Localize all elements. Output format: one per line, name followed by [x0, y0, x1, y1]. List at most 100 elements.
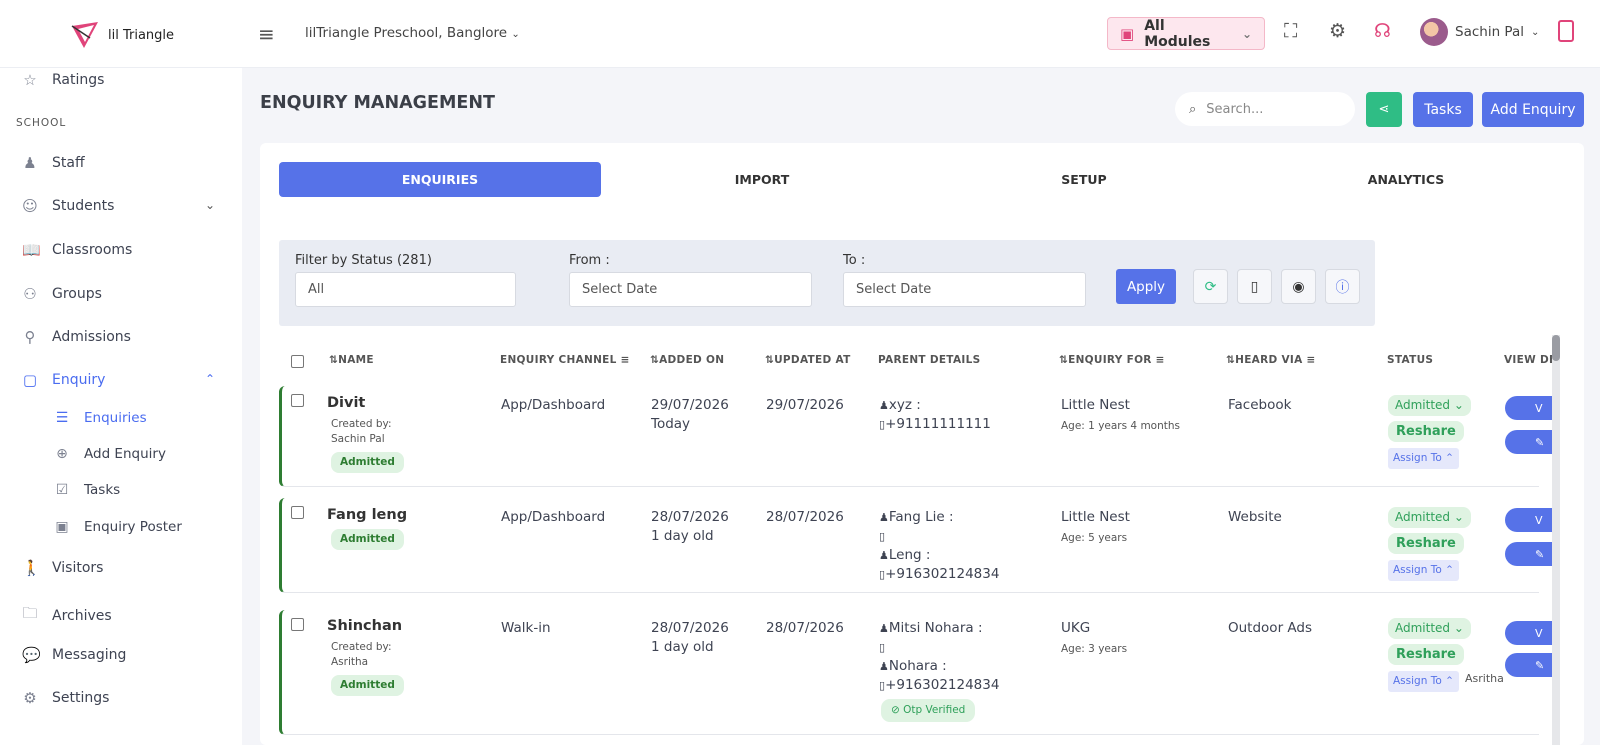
chevron-down-icon[interactable]: ⌄: [205, 198, 215, 212]
added-on-date: 28/07/2026: [651, 620, 729, 636]
chevron-down-icon: ⌄: [511, 29, 520, 40]
refresh-icon[interactable]: ⟳: [1193, 269, 1228, 304]
scrollbar-thumb[interactable]: [1552, 335, 1560, 361]
enquiry-name[interactable]: Divit: [327, 394, 365, 413]
row-checkbox[interactable]: [291, 394, 304, 407]
to-date-input[interactable]: Select Date: [843, 272, 1086, 307]
clipboard-icon[interactable]: ▯: [1237, 269, 1272, 304]
table-row[interactable]: Divit Created by: Sachin Pal Admitted Ap…: [279, 386, 1555, 487]
person-icon: ♟: [879, 511, 889, 524]
column-added-on[interactable]: ⇅ADDED ON: [650, 354, 724, 366]
sidebar-section-school: SCHOOL: [16, 117, 67, 129]
school-selector[interactable]: lilTriangle Preschool, Banglore ⌄: [305, 25, 520, 41]
reshare-button[interactable]: Reshare: [1388, 644, 1464, 665]
headset-icon[interactable]: ☊: [1374, 20, 1391, 42]
select-all-checkbox[interactable]: [291, 355, 304, 368]
added-on-age: 1 day old: [651, 528, 714, 544]
sidebar-item-archives[interactable]: 🗀 Archives: [22, 603, 112, 628]
sidebar-item-staff[interactable]: ♟ Staff: [22, 154, 84, 172]
edit-button[interactable]: ✎: [1505, 653, 1555, 677]
chevron-up-icon[interactable]: ⌃: [205, 372, 215, 386]
status-dropdown[interactable]: Admitted ⌄: [1388, 507, 1471, 528]
row-checkbox[interactable]: [291, 506, 304, 519]
parent-name: ♟Leng :: [879, 547, 931, 563]
search-input[interactable]: ⌕ Search...: [1175, 92, 1355, 126]
status-dropdown[interactable]: Admitted ⌄: [1388, 618, 1471, 639]
added-on-date: 29/07/2026: [651, 397, 729, 413]
heard-via: Outdoor Ads: [1228, 620, 1313, 636]
logo[interactable]: lil Triangle: [70, 20, 174, 50]
edit-icon: ✎: [1535, 658, 1545, 672]
filter-panel: Filter by Status (281) All From : Select…: [279, 240, 1375, 326]
chevron-down-icon: ⌄: [1241, 26, 1252, 41]
sidebar-item-classrooms[interactable]: 📖 Classrooms: [22, 241, 132, 259]
add-enquiry-button[interactable]: Add Enquiry: [1482, 92, 1584, 127]
sidebar-item-enquiry[interactable]: ▢ Enquiry: [22, 371, 106, 389]
column-heard-via[interactable]: ⇅HEARD VIA ≡: [1226, 354, 1316, 366]
assign-to-button[interactable]: Assign To ⌃: [1388, 671, 1459, 692]
sidebar-item-ratings[interactable]: ☆ Ratings: [22, 71, 104, 89]
table-row[interactable]: Fang leng Admitted App/Dashboard 28/07/2…: [279, 498, 1555, 593]
sidebar-item-groups[interactable]: ⚇ Groups: [22, 285, 102, 303]
gear-icon[interactable]: ⚙: [1329, 20, 1346, 42]
column-enquiry-for[interactable]: ⇅ENQUIRY FOR ≡: [1059, 354, 1165, 366]
search-icon: ⌕: [1189, 101, 1197, 117]
assign-to-button[interactable]: Assign To ⌃: [1388, 448, 1459, 469]
apply-button[interactable]: Apply: [1116, 269, 1176, 304]
column-name[interactable]: ⇅NAME: [329, 354, 374, 366]
plus-circle-icon: ⊕: [56, 446, 68, 462]
reshare-button[interactable]: Reshare: [1388, 421, 1464, 442]
column-enquiry-channel[interactable]: ENQUIRY CHANNEL ≡: [500, 354, 630, 366]
view-button[interactable]: V: [1505, 621, 1555, 645]
edit-button[interactable]: ✎: [1505, 430, 1555, 454]
sidebar-item-students[interactable]: ☺ Students: [22, 197, 114, 215]
sidebar-item-label: Groups: [52, 286, 102, 302]
user-profile[interactable]: Sachin Pal ⌄: [1420, 18, 1539, 46]
assign-to-button[interactable]: Assign To ⌃: [1388, 560, 1459, 581]
tab-import[interactable]: IMPORT: [601, 162, 923, 197]
table-scrollbar[interactable]: [1552, 335, 1560, 745]
sidebar-item-visitors[interactable]: 🚶 Visitors: [22, 559, 103, 577]
tasks-button[interactable]: Tasks: [1413, 92, 1473, 127]
tab-setup[interactable]: SETUP: [923, 162, 1245, 197]
sort-icon: ⇅: [329, 354, 339, 366]
status-dropdown[interactable]: Admitted ⌄: [1388, 395, 1471, 416]
enquiry-name[interactable]: Fang leng: [327, 506, 407, 525]
column-status: STATUS: [1387, 354, 1434, 366]
sidebar-sub-add-enquiry[interactable]: ⊕ Add Enquiry: [54, 446, 166, 462]
sidebar-sub-enquiry-poster[interactable]: ▣ Enquiry Poster: [54, 519, 182, 535]
fullscreen-icon[interactable]: ⛶: [1284, 20, 1297, 42]
sidebar-item-label: Archives: [52, 607, 112, 624]
sidebar-item-settings[interactable]: ⚙ Settings: [22, 689, 109, 707]
from-date-input[interactable]: Select Date: [569, 272, 812, 307]
view-button[interactable]: V: [1505, 396, 1555, 420]
menu-icon[interactable]: ≡: [258, 22, 275, 46]
created-by-name: Asritha: [331, 656, 369, 668]
tab-analytics[interactable]: ANALYTICS: [1245, 162, 1567, 197]
enquiry-channel: Walk-in: [501, 620, 551, 636]
reshare-button[interactable]: Reshare: [1388, 533, 1464, 554]
enquiry-channel: App/Dashboard: [501, 397, 606, 413]
sidebar-item-admissions[interactable]: ⚲ Admissions: [22, 328, 131, 346]
sidebar-sub-tasks[interactable]: ☑ Tasks: [54, 482, 120, 498]
tab-enquiries[interactable]: ENQUIRIES: [279, 162, 601, 197]
sidebar-sub-enquiries[interactable]: ☰ Enquiries: [54, 410, 147, 426]
all-modules-button[interactable]: ▣ All Modules ⌄: [1107, 17, 1265, 50]
eye-icon[interactable]: ◉: [1281, 269, 1316, 304]
mobile-icon[interactable]: [1558, 20, 1574, 42]
edit-button[interactable]: ✎: [1505, 542, 1555, 566]
status-filter-select[interactable]: All: [295, 272, 516, 307]
logo-text: lil Triangle: [108, 27, 175, 43]
book-icon: 📖: [22, 241, 41, 259]
info-icon[interactable]: ⓘ: [1325, 269, 1360, 304]
sidebar-item-messaging[interactable]: 💬 Messaging: [22, 646, 126, 664]
share-button[interactable]: ⋖: [1366, 92, 1402, 127]
view-button[interactable]: V: [1505, 508, 1555, 532]
sidebar-item-label: Ratings: [52, 72, 105, 88]
top-bar: lil Triangle ≡ lilTriangle Preschool, Ba…: [0, 0, 1600, 68]
column-updated-at[interactable]: ⇅UPDATED AT: [765, 354, 851, 366]
enquiry-name[interactable]: Shinchan: [327, 617, 402, 636]
person-icon: ♟: [879, 549, 889, 562]
row-checkbox[interactable]: [291, 618, 304, 631]
table-row[interactable]: Shinchan Created by: Asritha Admitted Wa…: [279, 610, 1555, 735]
